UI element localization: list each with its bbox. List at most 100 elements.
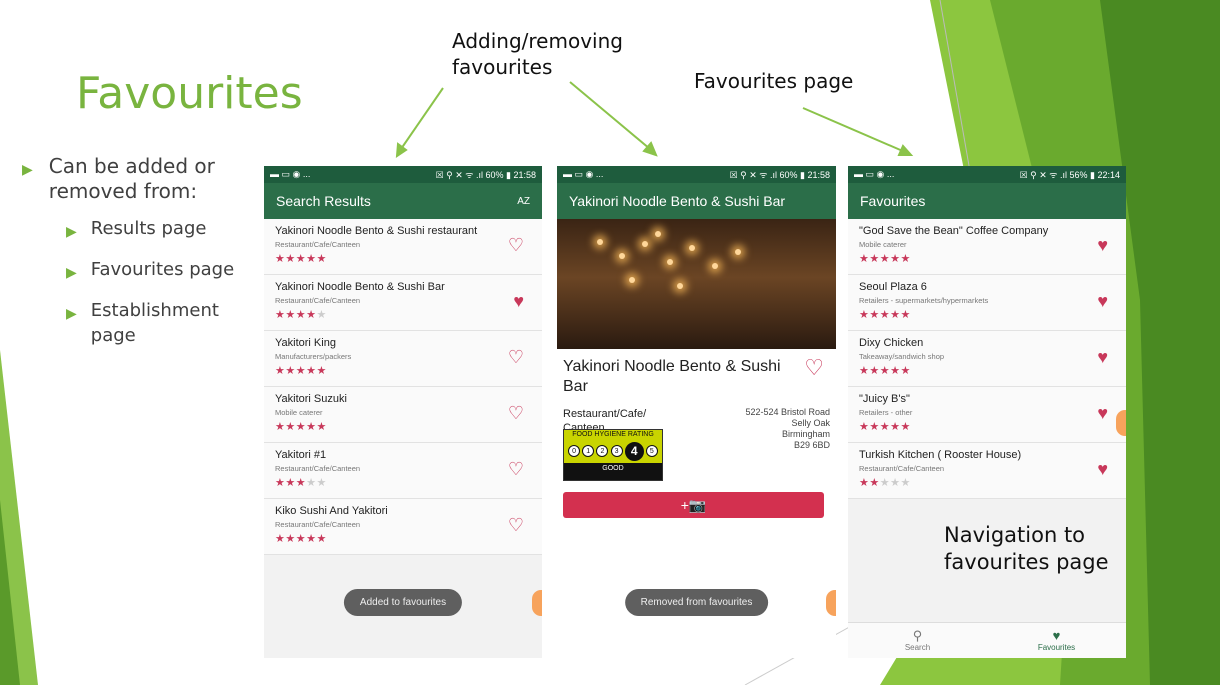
sub-bullet-text: Results page [90, 218, 207, 239]
result-type: Mobile caterer [275, 408, 323, 417]
rating-stars: ★★★★★ [859, 421, 911, 433]
sub-bullet-item: ▶ Establishment page [66, 298, 242, 348]
result-row[interactable]: Kiko Sushi And Yakitori Restaurant/Cafe/… [264, 499, 542, 555]
nav-favourites[interactable]: ♥ Favourites [987, 623, 1126, 658]
sub-bullet-item: ▶ Results page [66, 216, 242, 245]
favourite-name: Seoul Plaza 6 [859, 281, 927, 293]
bullet-arrow-icon: ▶ [22, 162, 33, 178]
heart-filled-icon[interactable]: ♥ [1097, 347, 1108, 368]
rating-stars: ★★★★★ [275, 253, 327, 265]
result-name: Yakinori Noodle Bento & Sushi Bar [275, 281, 445, 293]
sub-bullet-text: Establishment page [90, 300, 219, 346]
food-hygiene-rating-badge: FOOD HYGIENE RATING 0 1 2 3 4 5 GOOD [563, 429, 663, 481]
favourite-type: Takeaway/sandwich shop [859, 352, 945, 361]
result-name: Yakinori Noodle Bento & Sushi restaurant [275, 225, 478, 237]
favourite-row[interactable]: Seoul Plaza 6 Retailers - supermarkets/h… [848, 275, 1126, 331]
favourite-type: Mobile caterer [859, 240, 907, 249]
status-left-icons: ▬ ▭ ◉ ... [563, 169, 604, 179]
result-type: Restaurant/Cafe/Canteen [275, 296, 361, 305]
rating-stars: ★★★★★ [275, 533, 327, 545]
callout-favourites-page: Favourites page [694, 69, 854, 93]
heart-icon: ♥ [1052, 628, 1061, 643]
rating-stars: ★★★★★ [275, 421, 327, 433]
result-row[interactable]: Yakitori #1 Restaurant/Cafe/Canteen ★★★★… [264, 443, 542, 499]
rating-score: 5 [645, 445, 658, 457]
status-right-info: ☒ ⚲ ✕ ᯤ .ıl 56% ▮ 22:14 [1019, 170, 1120, 180]
result-row[interactable]: Yakinori Noodle Bento & Sushi restaurant… [264, 219, 542, 275]
result-type: Restaurant/Cafe/Canteen [275, 520, 361, 529]
favourite-name: Dixy Chicken [859, 337, 924, 349]
screen-title: Favourites [860, 193, 926, 209]
app-bar: Favourites [848, 183, 1126, 219]
heart-outline-icon[interactable]: ♡ [804, 355, 824, 381]
search-results-screen: ▬ ▭ ◉ ... ☒ ⚲ ✕ ᯤ .ıl 60% ▮ 21:58 Search… [264, 166, 542, 658]
search-icon: ⚲ [912, 628, 923, 643]
rating-word: GOOD [602, 465, 624, 472]
bullet-arrow-icon: ▶ [66, 224, 77, 240]
floating-bubble[interactable] [1116, 410, 1126, 436]
favourite-name: "Juicy B's" [859, 393, 910, 405]
heart-filled-icon[interactable]: ♥ [1097, 235, 1108, 256]
establishment-address: 522-524 Bristol Road Selly Oak Birmingha… [745, 407, 830, 450]
favourites-list: "God Save the Bean" Coffee Company Mobil… [848, 219, 1126, 499]
heart-outline-icon[interactable]: ♡ [508, 235, 524, 256]
results-list: Yakinori Noodle Bento & Sushi restaurant… [264, 219, 542, 555]
screen-title: Search Results [276, 193, 371, 209]
bullet-arrow-icon: ▶ [66, 306, 77, 322]
heart-filled-icon[interactable]: ♥ [1097, 403, 1108, 424]
sort-az-icon[interactable]: AZ [517, 196, 530, 207]
favourites-screen: ▬ ▭ ◉ ... ☒ ⚲ ✕ ᯤ .ıl 56% ▮ 22:14 Favour… [848, 166, 1126, 658]
favourite-name: "God Save the Bean" Coffee Company [859, 225, 1049, 237]
result-row[interactable]: Yakitori King Manufacturers/packers ★★★★… [264, 331, 542, 387]
app-bar: Search Results AZ [264, 183, 542, 219]
callout-adding: Adding/removing favourites [452, 29, 623, 79]
rating-stars: ★★★★★ [275, 309, 327, 321]
favourite-type: Retailers - supermarkets/hypermarkets [859, 296, 989, 305]
favourite-type: Restaurant/Cafe/Canteen [859, 464, 945, 473]
rating-stars: ★★★★★ [859, 477, 911, 489]
heart-outline-icon[interactable]: ♡ [508, 403, 524, 424]
toast-message: Removed from favourites [624, 589, 769, 616]
rating-stars: ★★★★★ [275, 477, 327, 489]
bullet-text: Can be added or removed from: [48, 154, 215, 203]
rating-stars: ★★★★★ [859, 253, 911, 265]
heart-outline-icon[interactable]: ♡ [508, 347, 524, 368]
favourite-row[interactable]: Turkish Kitchen ( Rooster House) Restaur… [848, 443, 1126, 499]
heart-outline-icon[interactable]: ♡ [508, 459, 524, 480]
heart-filled-icon[interactable]: ♥ [513, 291, 524, 312]
favourite-row[interactable]: "Juicy B's" Retailers - other ★★★★★ ♥ [848, 387, 1126, 443]
screen-title: Yakinori Noodle Bento & Sushi Bar [569, 193, 786, 209]
result-type: Restaurant/Cafe/Canteen [275, 464, 361, 473]
rating-label: FOOD HYGIENE RATING [564, 430, 662, 439]
nav-search[interactable]: ⚲ Search [848, 623, 987, 658]
rating-score: 1 [582, 445, 595, 457]
status-bar: ▬ ▭ ◉ ... ☒ ⚲ ✕ ᯤ .ıl 60% ▮ 21:58 [264, 166, 542, 183]
floating-bubble[interactable] [532, 590, 542, 616]
rating-stars: ★★★★★ [859, 309, 911, 321]
toast-message: Added to favourites [343, 589, 463, 616]
rating-score: 0 [568, 445, 581, 457]
heart-filled-icon[interactable]: ♥ [1097, 291, 1108, 312]
result-type: Restaurant/Cafe/Canteen [275, 240, 361, 249]
establishment-photo [557, 219, 836, 349]
result-row[interactable]: Yakinori Noodle Bento & Sushi Bar Restau… [264, 275, 542, 331]
result-row[interactable]: Yakitori Suzuki Mobile caterer ★★★★★ ♡ [264, 387, 542, 443]
result-type: Manufacturers/packers [275, 352, 352, 361]
bullet-arrow-icon: ▶ [66, 265, 77, 281]
add-photo-button[interactable]: +📷 [563, 492, 824, 518]
floating-bubble[interactable] [826, 590, 836, 616]
rating-score: 3 [610, 445, 623, 457]
establishment-screen: ▬ ▭ ◉ ... ☒ ⚲ ✕ ᯤ .ıl 60% ▮ 21:58 Yakino… [557, 166, 836, 658]
result-name: Yakitori King [275, 337, 336, 349]
establishment-name: Yakinori Noodle Bento & Sushi Bar [563, 358, 781, 395]
favourite-row[interactable]: "God Save the Bean" Coffee Company Mobil… [848, 219, 1126, 275]
heart-filled-icon[interactable]: ♥ [1097, 459, 1108, 480]
status-left-icons: ▬ ▭ ◉ ... [854, 169, 895, 179]
result-name: Yakitori Suzuki [275, 393, 347, 405]
favourite-row[interactable]: Dixy Chicken Takeaway/sandwich shop ★★★★… [848, 331, 1126, 387]
status-right-info: ☒ ⚲ ✕ ᯤ .ıl 60% ▮ 21:58 [435, 170, 536, 180]
heart-outline-icon[interactable]: ♡ [508, 515, 524, 536]
app-bar: Yakinori Noodle Bento & Sushi Bar [557, 183, 836, 219]
sub-bullet-text: Favourites page [90, 259, 235, 280]
rating-score-selected: 4 [624, 441, 644, 461]
